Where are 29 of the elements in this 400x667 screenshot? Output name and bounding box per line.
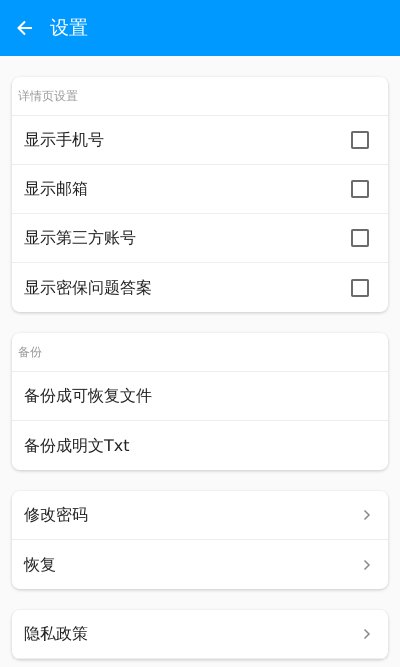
section-header: 备份 bbox=[12, 333, 388, 372]
chevron-right-icon bbox=[363, 628, 371, 640]
settings-row[interactable]: 隐私政策 bbox=[12, 610, 388, 659]
settings-row[interactable]: 修改密码 bbox=[12, 491, 388, 540]
settings-row[interactable]: 显示密保问题答案 bbox=[12, 263, 388, 312]
row-label: 显示密保问题答案 bbox=[24, 276, 152, 298]
back-arrow-icon[interactable] bbox=[16, 19, 34, 37]
row-label: 备份成可恢复文件 bbox=[24, 385, 152, 407]
row-label: 显示邮箱 bbox=[24, 178, 88, 200]
settings-row[interactable]: 恢复 bbox=[12, 540, 388, 589]
settings-row[interactable]: 显示邮箱 bbox=[12, 165, 388, 214]
checkbox[interactable] bbox=[351, 131, 369, 149]
row-label: 修改密码 bbox=[24, 504, 88, 526]
row-label: 显示第三方账号 bbox=[24, 227, 136, 249]
row-label: 备份成明文Txt bbox=[24, 434, 130, 456]
row-label: 恢复 bbox=[24, 554, 56, 576]
chevron-right-icon bbox=[363, 509, 371, 521]
settings-row[interactable]: 备份成明文Txt bbox=[12, 421, 388, 470]
settings-row[interactable]: 显示手机号 bbox=[12, 116, 388, 165]
row-label: 隐私政策 bbox=[24, 623, 88, 645]
app-bar-title: 设置 bbox=[50, 16, 88, 41]
row-label: 显示手机号 bbox=[24, 129, 104, 151]
checkbox[interactable] bbox=[351, 229, 369, 247]
checkbox[interactable] bbox=[351, 180, 369, 198]
settings-row[interactable]: 备份成可恢复文件 bbox=[12, 372, 388, 421]
section-header: 详情页设置 bbox=[12, 77, 388, 116]
settings-row[interactable]: 显示第三方账号 bbox=[12, 214, 388, 263]
checkbox[interactable] bbox=[351, 278, 369, 296]
chevron-right-icon bbox=[363, 558, 371, 570]
